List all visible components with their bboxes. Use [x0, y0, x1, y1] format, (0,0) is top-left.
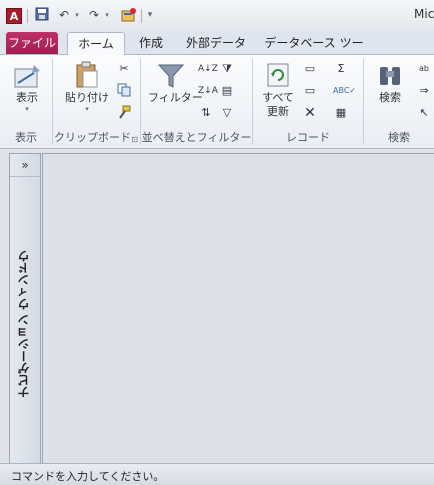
view-dropdown-icon: ▾: [25, 105, 29, 113]
replace-icon[interactable]: ab: [416, 61, 432, 77]
access-app-icon[interactable]: A: [6, 8, 22, 24]
binoculars-icon: [375, 59, 405, 91]
ribbon-home: 表示 ▾ 表示 貼り付け ▾ ✂ クリップボード ⊡ フィルター A↓Z ⧩ Z…: [0, 55, 434, 149]
group-label-records: レコード: [286, 131, 330, 144]
spelling-icon[interactable]: ABC✓: [333, 83, 356, 99]
undo-dropdown-icon[interactable]: ▾: [73, 7, 81, 23]
view-button[interactable]: 表示 ▾: [10, 59, 44, 113]
paste-label: 貼り付け: [65, 91, 109, 104]
select-icon[interactable]: ↖: [416, 105, 432, 121]
redo-icon[interactable]: ↷: [86, 7, 102, 23]
nav-pane-label-wrap: ナビゲーション ウィンドウ: [10, 244, 40, 404]
tab-external-data[interactable]: 外部データ: [182, 32, 250, 54]
paste-icon: [72, 59, 102, 91]
group-label-views: 表示: [15, 131, 37, 144]
qat-separator: [141, 9, 142, 23]
document-workspace: [42, 153, 434, 464]
group-label-find: 検索: [388, 131, 410, 144]
customize-qat-icon[interactable]: ▾: [146, 7, 154, 23]
nav-pane-expand-icon[interactable]: »: [10, 154, 40, 177]
totals-icon[interactable]: Σ: [333, 61, 349, 77]
more-icon[interactable]: ▦: [333, 105, 349, 121]
new-record-icon[interactable]: ▭: [302, 61, 318, 77]
clear-sort-icon[interactable]: ⇅: [198, 105, 214, 121]
save-icon[interactable]: [34, 7, 50, 23]
tab-database-tools[interactable]: データベース ツール: [262, 32, 366, 72]
status-text: コマンドを入力してください。: [11, 470, 165, 483]
refresh-label-line1: すべて: [262, 91, 294, 104]
tab-home[interactable]: ホーム: [67, 32, 125, 56]
format-painter-icon[interactable]: [116, 105, 132, 121]
view-icon: [12, 59, 42, 91]
group-clipboard: 貼り付け ▾ ✂ クリップボード ⊡: [53, 55, 140, 148]
selection-filter-icon[interactable]: ⧩: [219, 61, 235, 77]
tab-file[interactable]: ファイル: [6, 32, 58, 54]
view-label: 表示: [16, 91, 38, 104]
group-label-sort-filter: 並べ替えとフィルター: [141, 131, 252, 144]
filter-icon: [156, 59, 186, 91]
delete-icon[interactable]: ✕: [302, 105, 318, 121]
qat-separator: [27, 9, 28, 23]
customize-tool-icon[interactable]: [121, 7, 137, 23]
filter-button[interactable]: フィルター: [148, 59, 203, 105]
refresh-icon: [263, 59, 293, 91]
group-sort-filter: フィルター A↓Z ⧩ Z↓A ▤ ⇅ ▽ 並べ替えとフィルター: [141, 55, 252, 148]
redo-dropdown-icon[interactable]: ▾: [103, 7, 111, 23]
group-views: 表示 ▾ 表示: [0, 55, 52, 148]
group-records: すべて 更新 ▭ Σ ▭ ABC✓ ✕ ▦ レコード: [253, 55, 363, 148]
nav-pane-label: ナビゲーション ウィンドウ: [17, 249, 31, 399]
toggle-filter-icon[interactable]: ▽: [219, 105, 235, 121]
group-label-clipboard: クリップボード: [54, 131, 131, 144]
save-record-icon[interactable]: ▭: [302, 83, 318, 99]
cut-icon[interactable]: ✂: [116, 61, 132, 77]
sort-ascending-icon[interactable]: A↓Z: [198, 61, 218, 77]
tab-create[interactable]: 作成: [132, 32, 170, 54]
paste-button[interactable]: 貼り付け ▾: [65, 59, 109, 113]
status-bar: コマンドを入力してください。: [0, 463, 434, 485]
copy-icon[interactable]: [116, 83, 132, 99]
window-title: Mic: [414, 7, 434, 21]
paste-dropdown-icon: ▾: [85, 105, 89, 113]
sort-descending-icon[interactable]: Z↓A: [198, 83, 218, 99]
goto-icon[interactable]: ⇒: [416, 83, 432, 99]
ribbon-tab-row: ファイル ホーム 作成 外部データ データベース ツール: [0, 30, 434, 72]
refresh-all-button[interactable]: すべて 更新: [258, 59, 298, 119]
navigation-pane[interactable]: » ナビゲーション ウィンドウ: [9, 153, 41, 465]
undo-icon[interactable]: ↶: [56, 7, 72, 23]
clipboard-dialog-launcher-icon[interactable]: ⊡: [131, 135, 138, 144]
find-button[interactable]: 検索: [370, 59, 410, 105]
refresh-label-line2: 更新: [267, 105, 289, 118]
find-label: 検索: [379, 91, 401, 104]
filter-label: フィルター: [148, 91, 203, 104]
title-bar: A ↶ ▾ ↷ ▾ ▾ Mic: [0, 0, 434, 30]
advanced-filter-icon[interactable]: ▤: [219, 83, 235, 99]
group-find: 検索 ab ⇒ ↖ 検索: [364, 55, 434, 148]
